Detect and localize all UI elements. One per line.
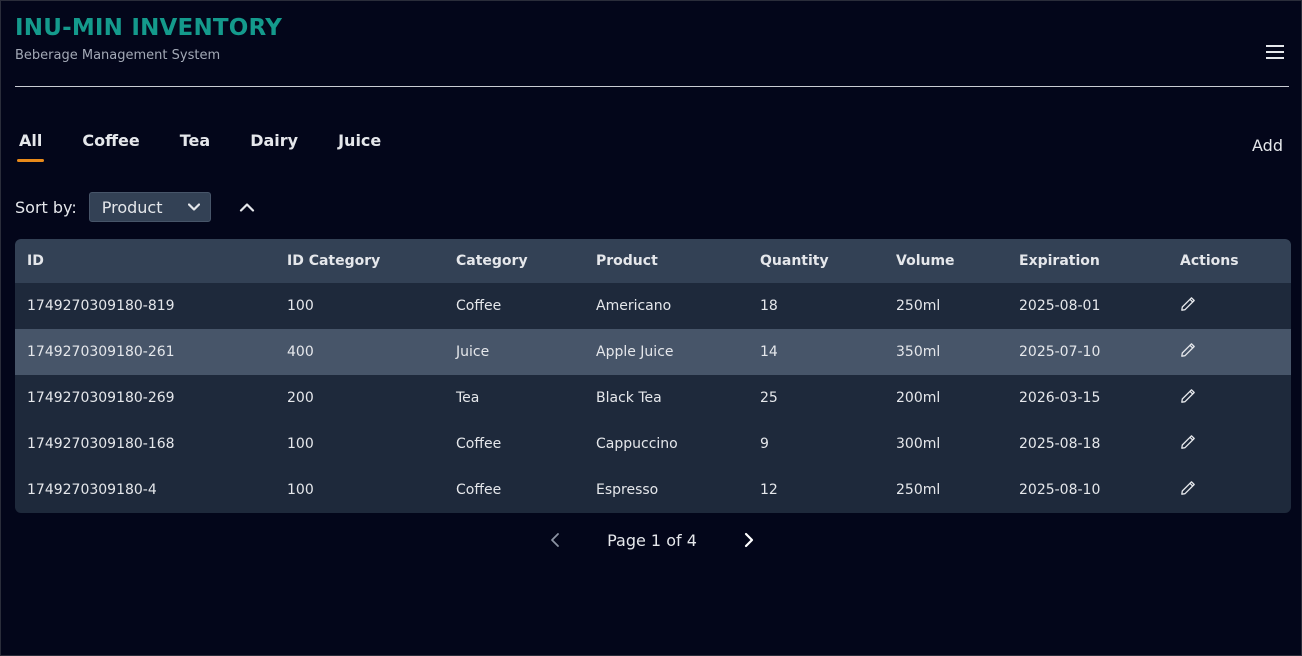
header: INU-MIN INVENTORY Beberage Management Sy…: [15, 15, 1289, 63]
cell-id: 1749270309180-261: [27, 344, 175, 360]
sort-label: Sort by:: [15, 197, 77, 217]
cell-quantity: 18: [760, 298, 778, 314]
tab-dairy[interactable]: Dairy: [250, 131, 298, 162]
page-indicator: Page 1 of 4: [607, 530, 697, 550]
sort-order-toggle[interactable]: [237, 197, 257, 217]
chevron-right-icon: [744, 532, 753, 548]
pencil-icon[interactable]: [1180, 434, 1196, 450]
cell-product: Black Tea: [596, 390, 662, 406]
table-row[interactable]: 1749270309180-269 200 Tea Black Tea 25 2…: [15, 375, 1291, 421]
cell-id-category: 100: [287, 298, 314, 314]
cell-product: Apple Juice: [596, 344, 674, 360]
table-row[interactable]: 1749270309180-4 100 Coffee Espresso 12 2…: [15, 467, 1291, 513]
chevron-left-icon: [551, 533, 560, 547]
tab-coffee[interactable]: Coffee: [82, 131, 139, 162]
cell-expiration: 2025-07-10: [1019, 344, 1101, 360]
hamburger-menu-icon[interactable]: [1266, 45, 1286, 61]
cell-volume: 250ml: [896, 482, 941, 498]
cell-quantity: 25: [760, 390, 778, 406]
cell-volume: 250ml: [896, 298, 941, 314]
tab-juice[interactable]: Juice: [338, 131, 381, 162]
app-title: INU-MIN INVENTORY: [15, 15, 283, 41]
pencil-icon[interactable]: [1180, 342, 1196, 358]
cell-category: Tea: [456, 390, 480, 406]
cell-id: 1749270309180-4: [27, 482, 157, 498]
cell-product: Cappuccino: [596, 436, 678, 452]
cell-category: Coffee: [456, 298, 502, 314]
app-window: INU-MIN INVENTORY Beberage Management Sy…: [0, 0, 1302, 656]
next-page-button[interactable]: [739, 529, 759, 551]
table-header-row: ID ID Category Category Product Quantity…: [15, 239, 1291, 283]
sort-controls: Sort by: Product: [15, 192, 257, 222]
cell-quantity: 14: [760, 344, 778, 360]
cell-category: Juice: [456, 344, 490, 360]
cell-actions: [1168, 375, 1291, 421]
table-row[interactable]: 1749270309180-168 100 Coffee Cappuccino …: [15, 421, 1291, 467]
cell-volume: 350ml: [896, 344, 941, 360]
previous-page-button[interactable]: [545, 529, 565, 551]
pencil-icon[interactable]: [1180, 480, 1196, 496]
column-header-id-category[interactable]: ID Category: [275, 239, 444, 283]
chevron-up-icon: [239, 203, 254, 212]
table-row[interactable]: 1749270309180-819 100 Coffee Americano 1…: [15, 283, 1291, 329]
cell-id-category: 100: [287, 436, 314, 452]
cell-id: 1749270309180-168: [27, 436, 175, 452]
sort-select[interactable]: Product: [88, 192, 211, 222]
cell-id-category: 400: [287, 344, 314, 360]
column-header-quantity[interactable]: Quantity: [748, 239, 884, 283]
cell-category: Coffee: [456, 482, 502, 498]
cell-expiration: 2025-08-18: [1019, 436, 1101, 452]
header-divider: [15, 86, 1289, 87]
cell-expiration: 2025-08-01: [1019, 298, 1101, 314]
column-header-product[interactable]: Product: [584, 239, 748, 283]
cell-id: 1749270309180-819: [27, 298, 175, 314]
column-header-category[interactable]: Category: [444, 239, 584, 283]
cell-id-category: 100: [287, 482, 314, 498]
cell-expiration: 2025-08-10: [1019, 482, 1101, 498]
app-subtitle: Beberage Management System: [15, 48, 221, 63]
cell-actions: [1168, 421, 1291, 467]
cell-quantity: 9: [760, 436, 769, 452]
column-header-actions: Actions: [1180, 253, 1239, 269]
cell-quantity: 12: [760, 482, 778, 498]
column-header-expiration[interactable]: Expiration: [1007, 239, 1168, 283]
inventory-table: ID ID Category Category Product Quantity…: [15, 239, 1291, 513]
cell-volume: 200ml: [896, 390, 941, 406]
cell-actions: [1168, 283, 1291, 329]
cell-actions: [1168, 329, 1291, 375]
add-button[interactable]: Add: [1252, 136, 1283, 155]
tab-tea[interactable]: Tea: [180, 131, 210, 162]
sort-select-value: Product: [101, 197, 163, 217]
table-row[interactable]: 1749270309180-261 400 Juice Apple Juice …: [15, 329, 1291, 375]
chevron-down-icon: [187, 203, 200, 211]
pagination: Page 1 of 4: [1, 529, 1302, 551]
cell-id: 1749270309180-269: [27, 390, 175, 406]
cell-category: Coffee: [456, 436, 502, 452]
cell-id-category: 200: [287, 390, 314, 406]
cell-volume: 300ml: [896, 436, 941, 452]
column-header-volume[interactable]: Volume: [884, 239, 1007, 283]
category-tabs: All Coffee Tea Dairy Juice: [16, 131, 421, 162]
column-header-id[interactable]: ID: [15, 239, 275, 283]
pencil-icon[interactable]: [1180, 388, 1196, 404]
tab-all[interactable]: All: [16, 131, 45, 162]
cell-expiration: 2026-03-15: [1019, 390, 1101, 406]
cell-actions: [1168, 467, 1291, 513]
cell-product: Espresso: [596, 482, 659, 498]
cell-product: Americano: [596, 298, 672, 314]
pencil-icon[interactable]: [1180, 296, 1196, 312]
